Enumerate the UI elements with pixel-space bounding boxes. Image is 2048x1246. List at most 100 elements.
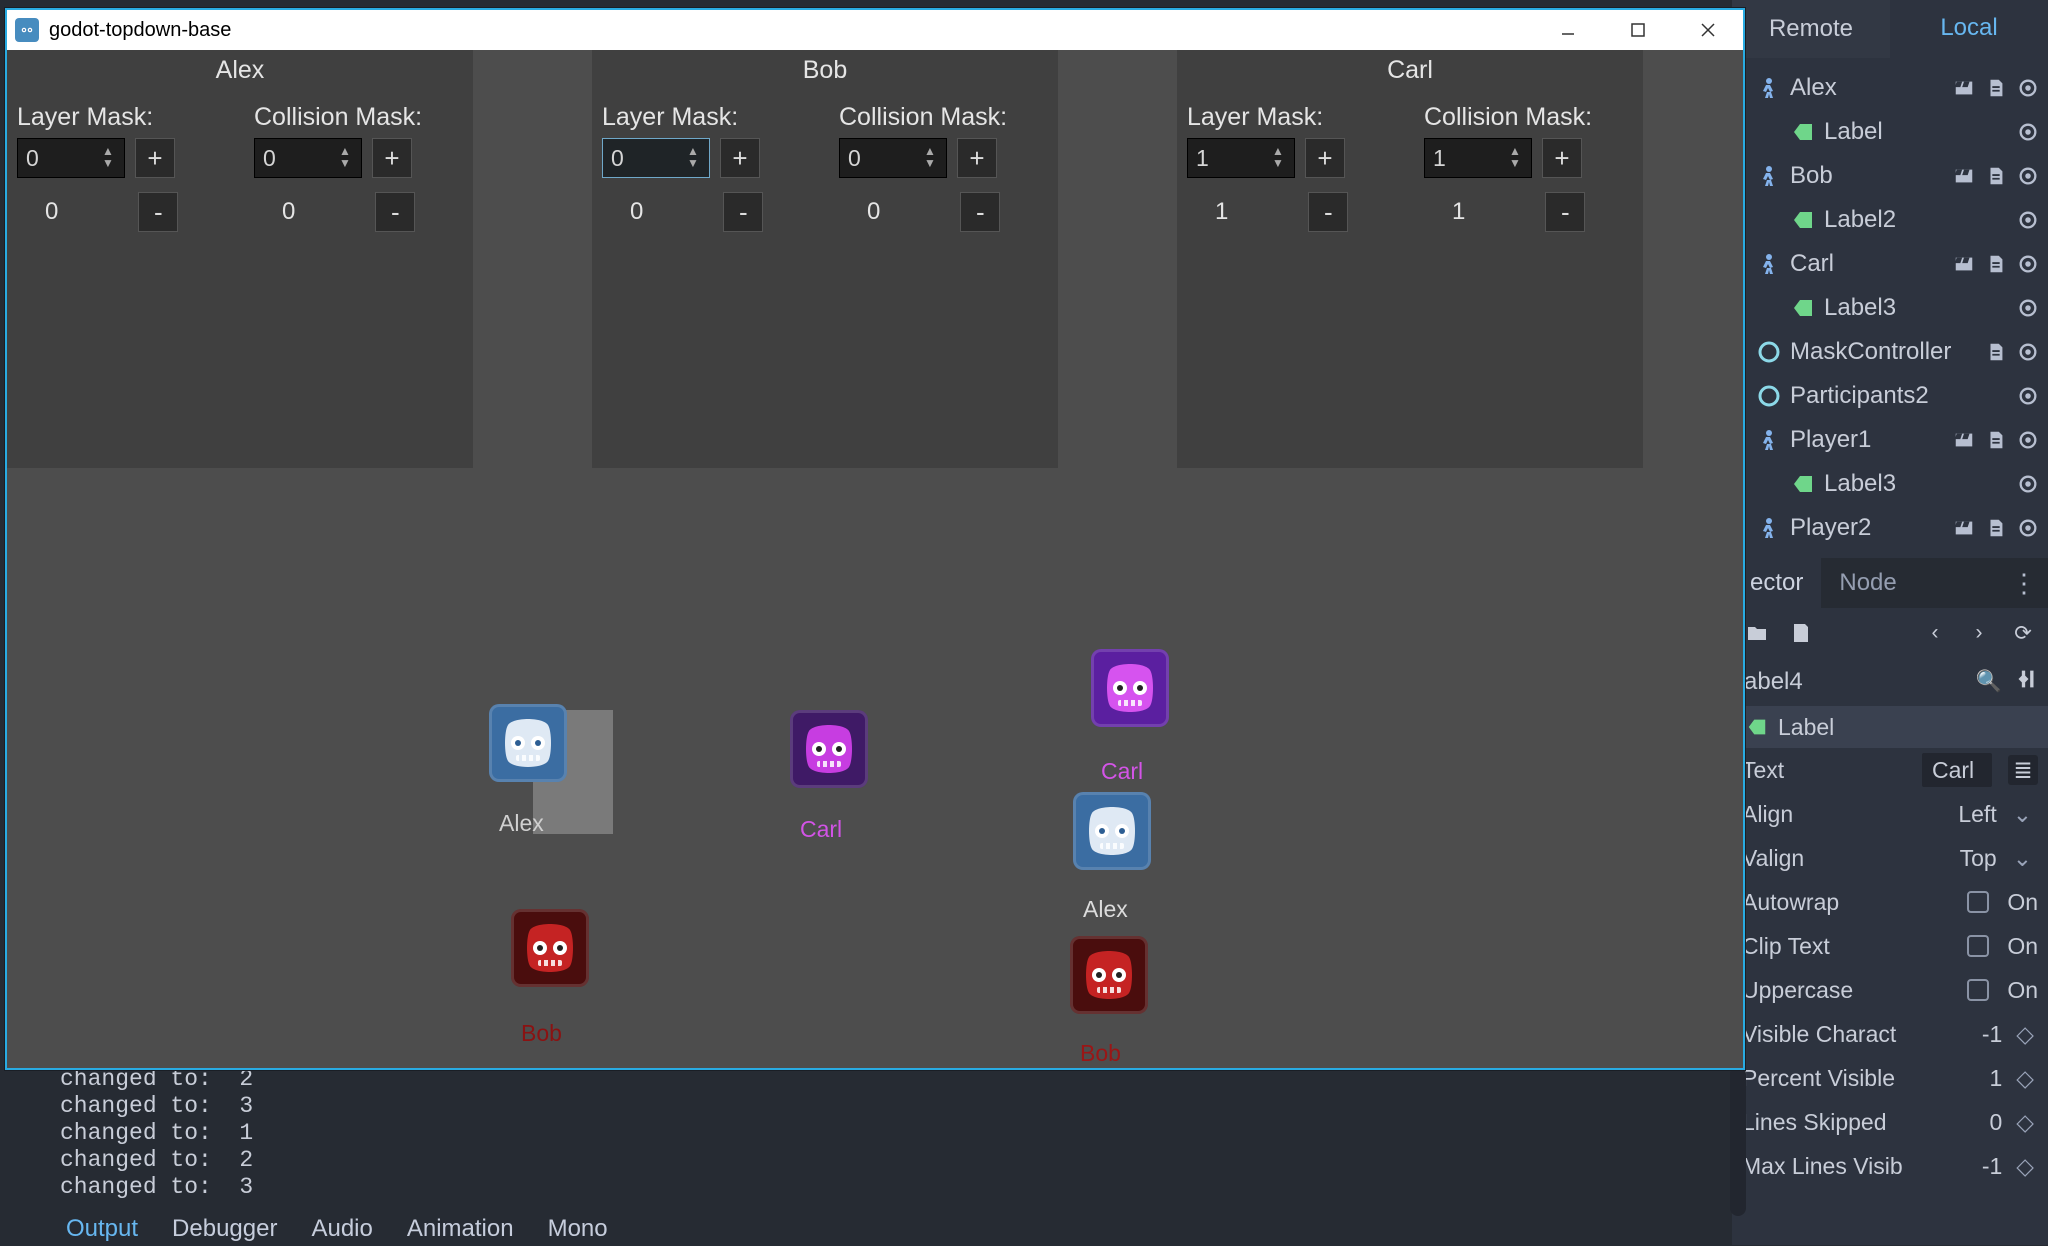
- bottom-tab-mono[interactable]: Mono: [548, 1215, 608, 1243]
- tree-node-label[interactable]: Label: [1734, 110, 2040, 154]
- prop-autowrap[interactable]: AutowrapOn: [1732, 880, 2048, 924]
- script-icon[interactable]: [1984, 428, 2008, 452]
- history-fwd-icon[interactable]: ›: [1966, 620, 1992, 646]
- prop-text[interactable]: TextCarl≣: [1732, 748, 2048, 792]
- prop-max[interactable]: Max Lines Visib-1◇: [1732, 1144, 2048, 1188]
- prop-align[interactable]: AlignLeft⌄: [1732, 792, 2048, 836]
- output-scrollbar[interactable]: [1730, 1066, 1746, 1216]
- collision-mask-input[interactable]: 0▲▼: [839, 138, 947, 178]
- tree-node-label3[interactable]: Label3: [1734, 462, 2040, 506]
- collision-add-button[interactable]: +: [372, 138, 412, 178]
- prop-skip[interactable]: Lines Skipped0◇: [1732, 1100, 2048, 1144]
- script-icon[interactable]: [1984, 252, 2008, 276]
- maximize-button[interactable]: [1603, 10, 1673, 50]
- tree-node-bob[interactable]: ⌄ Bob: [1734, 154, 2040, 198]
- bottom-tab-output[interactable]: Output: [66, 1215, 138, 1243]
- collision-mask-input[interactable]: 1▲▼: [1424, 138, 1532, 178]
- tools-icon[interactable]: [2016, 669, 2036, 695]
- collision-add-button[interactable]: +: [957, 138, 997, 178]
- section-label[interactable]: Label: [1732, 706, 2048, 748]
- player-sprite-carl[interactable]: [790, 710, 868, 788]
- prop-vis[interactable]: Visible Charact-1◇: [1732, 1012, 2048, 1056]
- tree-node-player1[interactable]: ⌄ Player1: [1734, 418, 2040, 462]
- layer-remove-button[interactable]: -: [723, 192, 763, 232]
- eye-icon[interactable]: [2016, 208, 2040, 232]
- history-reload-icon[interactable]: ⟳: [2010, 620, 2036, 646]
- clapper-icon[interactable]: [1952, 76, 1976, 100]
- layer-add-button[interactable]: +: [720, 138, 760, 178]
- kebab-menu-icon[interactable]: ⋮: [2011, 568, 2048, 599]
- checkbox-icon[interactable]: [1967, 979, 1989, 1001]
- eye-icon[interactable]: [2016, 472, 2040, 496]
- spinner-icon[interactable]: ◇: [2012, 1153, 2038, 1180]
- scene-tab-local[interactable]: Local: [1890, 0, 2048, 58]
- tab-node[interactable]: Node: [1821, 558, 1914, 608]
- prop-clip[interactable]: Clip TextOn: [1732, 924, 2048, 968]
- checkbox-icon[interactable]: [1967, 935, 1989, 957]
- clapper-icon[interactable]: [1952, 428, 1976, 452]
- clapper-icon[interactable]: [1952, 252, 1976, 276]
- multiline-icon[interactable]: ≣: [2008, 755, 2038, 785]
- eye-icon[interactable]: [2016, 428, 2040, 452]
- script-icon[interactable]: [1984, 76, 2008, 100]
- spinner-icon[interactable]: ◇: [2012, 1021, 2038, 1048]
- layer-mask-input[interactable]: 0▲▼: [17, 138, 125, 178]
- tree-node-maskcontroller[interactable]: MaskController: [1734, 330, 2040, 374]
- player-sprite-alex[interactable]: [1073, 792, 1151, 870]
- collision-remove-button[interactable]: -: [1545, 192, 1585, 232]
- tree-node-label2[interactable]: Label2: [1734, 198, 2040, 242]
- tree-node-player2[interactable]: ⌄ Player2: [1734, 506, 2040, 550]
- collision-mask-input[interactable]: 0▲▼: [254, 138, 362, 178]
- player-sprite-bob[interactable]: [511, 909, 589, 987]
- eye-icon[interactable]: [2016, 296, 2040, 320]
- eye-icon[interactable]: [2016, 340, 2040, 364]
- chevron-down-icon[interactable]: ⌄: [2007, 845, 2038, 872]
- bottom-tab-audio[interactable]: Audio: [311, 1215, 372, 1243]
- layer-mask-input[interactable]: 0▲▼: [602, 138, 710, 178]
- layer-remove-button[interactable]: -: [1308, 192, 1348, 232]
- script-icon[interactable]: [1984, 516, 2008, 540]
- collision-remove-button[interactable]: -: [960, 192, 1000, 232]
- search-icon[interactable]: 🔍: [1976, 670, 2002, 694]
- checkbox-icon[interactable]: [1967, 891, 1989, 913]
- script-icon[interactable]: [1984, 164, 2008, 188]
- bottom-tab-animation[interactable]: Animation: [407, 1215, 514, 1243]
- history-back-icon[interactable]: ‹: [1922, 620, 1948, 646]
- eye-icon[interactable]: [2016, 252, 2040, 276]
- clapper-icon[interactable]: [1952, 164, 1976, 188]
- spinner-icon[interactable]: ◇: [2012, 1109, 2038, 1136]
- bottom-tab-debugger[interactable]: Debugger: [172, 1215, 277, 1243]
- eye-icon[interactable]: [2016, 120, 2040, 144]
- collision-add-button[interactable]: +: [1542, 138, 1582, 178]
- layer-add-button[interactable]: +: [1305, 138, 1345, 178]
- player-sprite-bob[interactable]: [1070, 936, 1148, 1014]
- tree-node-alex[interactable]: ⌄ Alex: [1734, 66, 2040, 110]
- prop-upper[interactable]: UppercaseOn: [1732, 968, 2048, 1012]
- eye-icon[interactable]: [2016, 516, 2040, 540]
- clapper-icon[interactable]: [1952, 516, 1976, 540]
- game-viewport[interactable]: Alex Layer Mask: 0▲▼ + 0 - Collision Mas…: [7, 50, 1743, 1068]
- tree-node-carl[interactable]: ⌄ Carl: [1734, 242, 2040, 286]
- tree-node-label3[interactable]: Label3: [1734, 286, 2040, 330]
- spinner-icon[interactable]: ◇: [2012, 1065, 2038, 1092]
- layer-remove-button[interactable]: -: [138, 192, 178, 232]
- tab-inspector[interactable]: ector: [1732, 558, 1821, 608]
- open-icon[interactable]: [1744, 620, 1770, 646]
- tree-node-participants2[interactable]: Participants2: [1734, 374, 2040, 418]
- prop-pct[interactable]: Percent Visible1◇: [1732, 1056, 2048, 1100]
- layer-add-button[interactable]: +: [135, 138, 175, 178]
- save-icon[interactable]: [1788, 620, 1814, 646]
- text-value[interactable]: Carl: [1922, 753, 1992, 787]
- player-sprite-alex[interactable]: [489, 704, 567, 782]
- eye-icon[interactable]: [2016, 384, 2040, 408]
- script-icon[interactable]: [1984, 340, 2008, 364]
- close-button[interactable]: [1673, 10, 1743, 50]
- eye-icon[interactable]: [2016, 164, 2040, 188]
- scene-tab-remote[interactable]: Remote: [1732, 0, 1890, 58]
- player-sprite-carl[interactable]: [1091, 649, 1169, 727]
- prop-valign[interactable]: ValignTop⌄: [1732, 836, 2048, 880]
- chevron-down-icon[interactable]: ⌄: [2007, 801, 2038, 828]
- eye-icon[interactable]: [2016, 76, 2040, 100]
- layer-mask-input[interactable]: 1▲▼: [1187, 138, 1295, 178]
- collision-remove-button[interactable]: -: [375, 192, 415, 232]
